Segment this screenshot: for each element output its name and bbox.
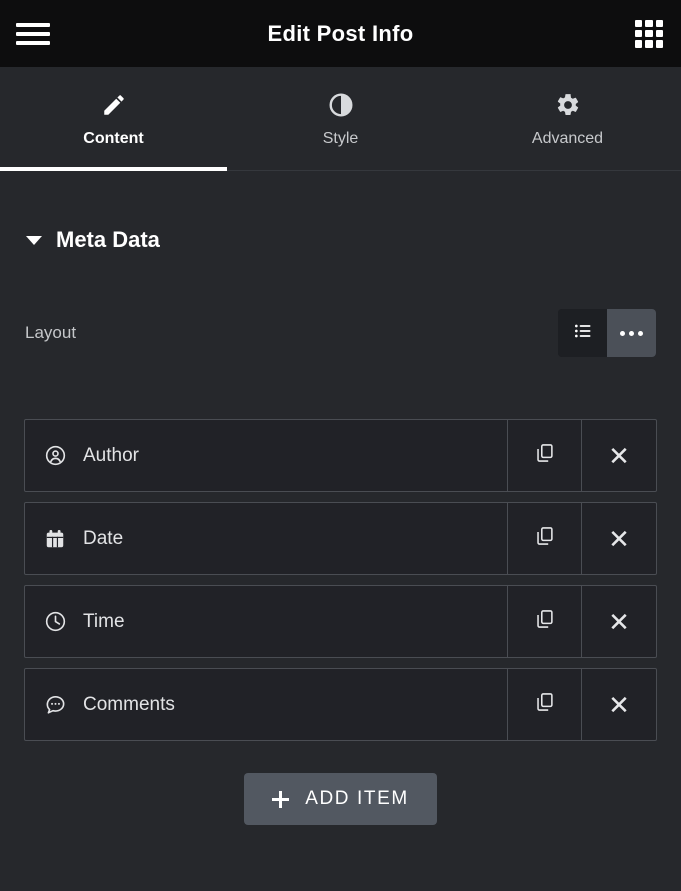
user-circle-icon (43, 444, 67, 468)
panel-header: Edit Post Info (0, 0, 681, 67)
ellipsis-icon (620, 330, 643, 336)
dot (629, 330, 634, 336)
remove-item-button[interactable]: ✕ (582, 420, 656, 491)
list-item[interactable]: Date ✕ (24, 502, 657, 575)
close-x-icon: ✕ (608, 606, 630, 637)
duplicate-icon (534, 525, 556, 552)
layout-label: Layout (25, 323, 77, 342)
grid-cell (635, 40, 643, 48)
grid-cell (645, 29, 653, 38)
list-icon (573, 321, 593, 346)
grid-cell (655, 29, 663, 38)
grid-apps-icon[interactable] (635, 19, 663, 48)
list-item[interactable]: Time ✕ (24, 585, 657, 658)
remove-item-button[interactable]: ✕ (582, 503, 656, 574)
add-item-button[interactable]: ADD ITEM (244, 773, 437, 825)
close-x-icon: ✕ (608, 440, 630, 471)
tab-advanced[interactable]: Advanced (454, 67, 681, 170)
item-drag-handle[interactable]: Author (25, 420, 508, 491)
page-title: Edit Post Info (267, 20, 414, 46)
clock-icon (43, 610, 67, 634)
tab-content[interactable]: Content (0, 67, 227, 171)
panel-body: Meta Data Layout Author ✕ Date ✕ Time ✕ … (0, 171, 681, 891)
layout-option-inline[interactable] (607, 309, 656, 357)
meta-data-item-list: Author ✕ Date ✕ Time ✕ Comments ✕ (24, 419, 657, 741)
close-x-icon: ✕ (608, 689, 630, 720)
duplicate-icon (534, 442, 556, 469)
dot (638, 330, 643, 336)
tab-bar: Content Style Advanced (0, 67, 681, 171)
caret-down-icon (26, 235, 42, 245)
list-item[interactable]: Author ✕ (24, 419, 657, 492)
item-drag-handle[interactable]: Date (25, 503, 508, 574)
duplicate-icon (534, 608, 556, 635)
item-label: Author (83, 444, 139, 466)
hamburger-menu-icon[interactable] (16, 21, 50, 47)
contrast-circle-icon (328, 91, 354, 119)
section-title: Meta Data (56, 227, 160, 252)
plus-icon (272, 790, 290, 808)
remove-item-button[interactable]: ✕ (582, 586, 656, 657)
hamburger-bar (16, 40, 50, 45)
item-label: Comments (83, 693, 175, 715)
add-item-label: ADD ITEM (305, 788, 409, 809)
close-x-icon: ✕ (608, 523, 630, 554)
hamburger-bar (16, 22, 50, 27)
section-header-meta-data[interactable]: Meta Data (24, 171, 657, 253)
edit-post-info-panel: Edit Post Info Content Style Advanced Me… (0, 0, 681, 891)
grid-cell (635, 29, 643, 38)
duplicate-icon (534, 691, 556, 718)
duplicate-item-button[interactable] (508, 420, 582, 491)
item-drag-handle[interactable]: Comments (25, 669, 508, 740)
grid-cell (655, 19, 663, 27)
gear-icon (555, 91, 581, 119)
calendar-icon (43, 527, 67, 551)
list-item[interactable]: Comments ✕ (24, 668, 657, 741)
tab-label: Style (322, 129, 359, 147)
dot (620, 330, 625, 336)
item-drag-handle[interactable]: Time (25, 586, 508, 657)
grid-cell (645, 40, 653, 48)
pencil-icon (101, 91, 127, 119)
tab-label: Content (83, 129, 144, 147)
layout-choice-group (558, 309, 656, 357)
tab-label: Advanced (531, 129, 604, 147)
duplicate-item-button[interactable] (508, 586, 582, 657)
grid-cell (645, 19, 653, 27)
item-label: Date (83, 527, 124, 549)
grid-cell (635, 19, 643, 27)
duplicate-item-button[interactable] (508, 669, 582, 740)
duplicate-item-button[interactable] (508, 503, 582, 574)
remove-item-button[interactable]: ✕ (582, 669, 656, 740)
comment-dots-icon (43, 693, 67, 717)
layout-control-row: Layout (24, 309, 657, 357)
grid-cell (655, 40, 663, 48)
tab-style[interactable]: Style (227, 67, 454, 170)
add-item-row: ADD ITEM (24, 773, 657, 825)
item-label: Time (83, 610, 125, 632)
hamburger-bar (16, 31, 50, 36)
layout-option-stacked[interactable] (558, 309, 607, 357)
